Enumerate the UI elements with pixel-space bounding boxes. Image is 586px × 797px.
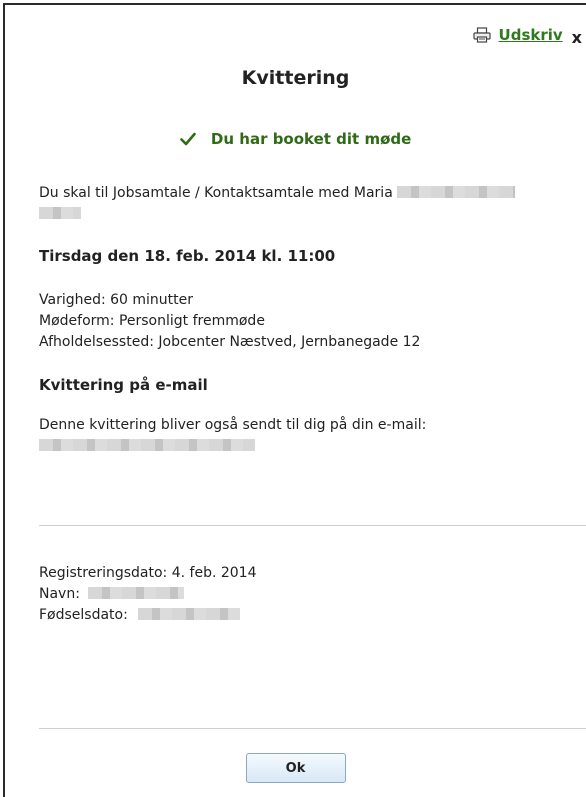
meeting-details: Varighed: 60 minutter Mødeform: Personli… — [39, 290, 572, 353]
meeting-duration: Varighed: 60 minutter — [39, 292, 194, 308]
registration-info: Registreringsdato: 4. feb. 2014 Navn: Fø… — [39, 563, 572, 626]
name-row: Navn: — [39, 584, 572, 605]
receipt-dialog: Udskriv x Kvittering Du har booket dit m… — [3, 3, 586, 797]
email-value — [39, 436, 572, 457]
redacted-surname-cont — [39, 207, 81, 219]
birthdate-label: Fødselsdato: — [39, 607, 128, 623]
redacted-name — [88, 587, 185, 599]
dialog-title: Kvittering — [241, 67, 350, 89]
dialog-toolbar: Udskriv x — [472, 25, 582, 47]
checkmark-icon — [179, 132, 196, 150]
success-message: Du har booket dit møde — [5, 130, 586, 150]
redacted-email — [39, 439, 255, 451]
redacted-surname — [397, 186, 516, 198]
ok-button[interactable]: Ok — [245, 753, 346, 783]
name-label: Navn: — [39, 586, 80, 602]
print-link[interactable]: Udskriv — [499, 26, 563, 44]
dialog-footer: Ok — [5, 753, 586, 783]
meeting-intro: Du skal til Jobsamtale / Kontaktsamtale … — [39, 185, 393, 201]
redacted-birthdate — [138, 608, 241, 620]
email-heading: Kvittering på e-mail — [39, 376, 208, 394]
meeting-location: Afholdelsessted: Jobcenter Næstved, Jern… — [39, 334, 421, 350]
receipt-content: Du skal til Jobsamtale / Kontaktsamtale … — [39, 183, 572, 457]
success-text: Du har booket dit møde — [210, 130, 412, 148]
meeting-datetime: Tirsdag den 18. feb. 2014 kl. 11:00 — [39, 247, 336, 265]
close-button[interactable]: x — [572, 28, 582, 47]
divider — [39, 525, 586, 526]
footer-divider — [39, 728, 586, 729]
birthdate-row: Fødselsdato: — [39, 605, 572, 626]
intro-text: Du skal til Jobsamtale / Kontaktsamtale … — [39, 183, 572, 225]
printer-icon[interactable] — [472, 26, 491, 43]
registration-date: Registreringsdato: 4. feb. 2014 — [39, 565, 257, 581]
email-text: Denne kvittering bliver også sendt til d… — [39, 417, 427, 433]
meeting-form: Mødeform: Personligt fremmøde — [39, 313, 265, 329]
